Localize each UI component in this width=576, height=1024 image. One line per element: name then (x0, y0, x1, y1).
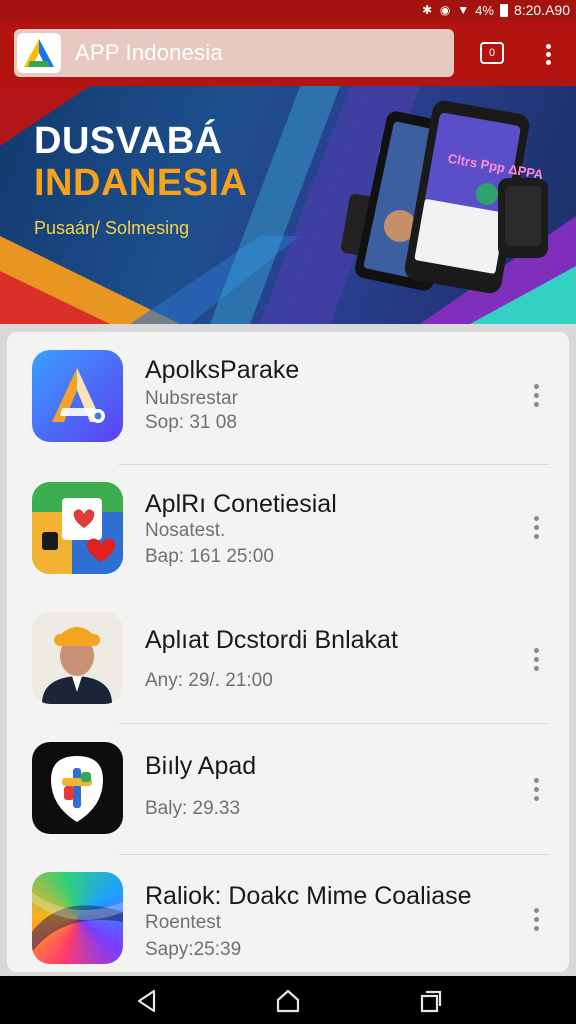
list-item[interactable]: AplRı Conetiesial Nosatest. Bap: 161 25:… (7, 472, 569, 602)
app-list: ApolksParake Nubsrestar Sop: 31 08 AplRı… (7, 332, 569, 972)
list-item[interactable]: Biıly Apad Baly: 29.33 (7, 734, 569, 864)
home-icon[interactable] (275, 988, 301, 1014)
status-bar: ✱ ◉ ▼ 4% 8:20.A90 (0, 0, 576, 20)
more-options-icon[interactable] (532, 778, 540, 808)
app-name: AplRı Conetiesial (145, 490, 337, 518)
battery-percent: 4% (475, 2, 494, 18)
divider (119, 723, 549, 724)
divider (119, 464, 549, 465)
list-item[interactable]: Aplıat Dcstordi Bnlakat Any: 29/. 21:00 (7, 602, 569, 732)
hero-title: DUSVABÁ (34, 120, 223, 162)
hero-banner[interactable]: Cltrs Ppp ΔPPA DUSVABÁ INDANESIA Pusaáη/… (0, 86, 576, 324)
app-meta: Sapy:25:39 (145, 939, 242, 960)
app-meta: Any: 29/. 21:00 (145, 670, 273, 691)
app-subtitle: Roentest (145, 912, 222, 933)
list-item[interactable]: Raliok: Doakc Mime Coaliase Roentest Sap… (7, 862, 569, 972)
divider (119, 854, 549, 855)
app-subtitle: Nosatest. (145, 520, 226, 541)
collage-heart-icon (32, 482, 123, 574)
shield-cross-icon (32, 742, 123, 834)
list-item[interactable]: ApolksParake Nubsrestar Sop: 31 08 (7, 340, 569, 470)
more-options-icon[interactable] (532, 384, 540, 414)
app-logo-icon (17, 33, 61, 73)
more-options-icon[interactable] (532, 516, 540, 546)
hero-subtitle: Pusaáη/ Solmesing (34, 218, 190, 238)
app-name: ApolksParake (145, 356, 300, 384)
status-time: 8:20.A90 (513, 2, 570, 18)
navigation-bar (0, 976, 576, 1024)
app-meta: Bap: 161 25:00 (145, 546, 274, 567)
app-name: Aplıat Dcstordi Bnlakat (145, 626, 398, 654)
recents-icon[interactable] (418, 988, 444, 1014)
app-name: Biıly Apad (145, 752, 257, 780)
overflow-menu-icon[interactable] (538, 41, 558, 67)
alarm-icon: ◉ (439, 3, 451, 17)
back-icon[interactable] (134, 988, 160, 1014)
app-meta: Sop: 31 08 (145, 412, 237, 433)
tabs-button[interactable]: 0 (480, 42, 504, 64)
hero-title-highlight: INDANESIA (34, 162, 248, 204)
signal-icon: ▼ (457, 3, 470, 17)
address-bar[interactable]: APP Indonesia (14, 29, 454, 77)
swirl-gradient-icon (32, 872, 123, 964)
app-title: APP Indonesia (75, 40, 223, 65)
app-subtitle: Nubsrestar (145, 388, 238, 409)
more-options-icon[interactable] (532, 908, 540, 938)
battery-icon (499, 3, 508, 17)
app-name: Raliok: Doakc Mime Coaliase (145, 882, 472, 910)
app-a-icon (32, 350, 123, 442)
app-meta: Baly: 29.33 (145, 798, 241, 819)
more-options-icon[interactable] (532, 648, 540, 678)
person-avatar-icon (32, 612, 123, 704)
app-bar: APP Indonesia 0 (0, 20, 576, 86)
bluetooth-icon: ✱ (422, 3, 433, 17)
